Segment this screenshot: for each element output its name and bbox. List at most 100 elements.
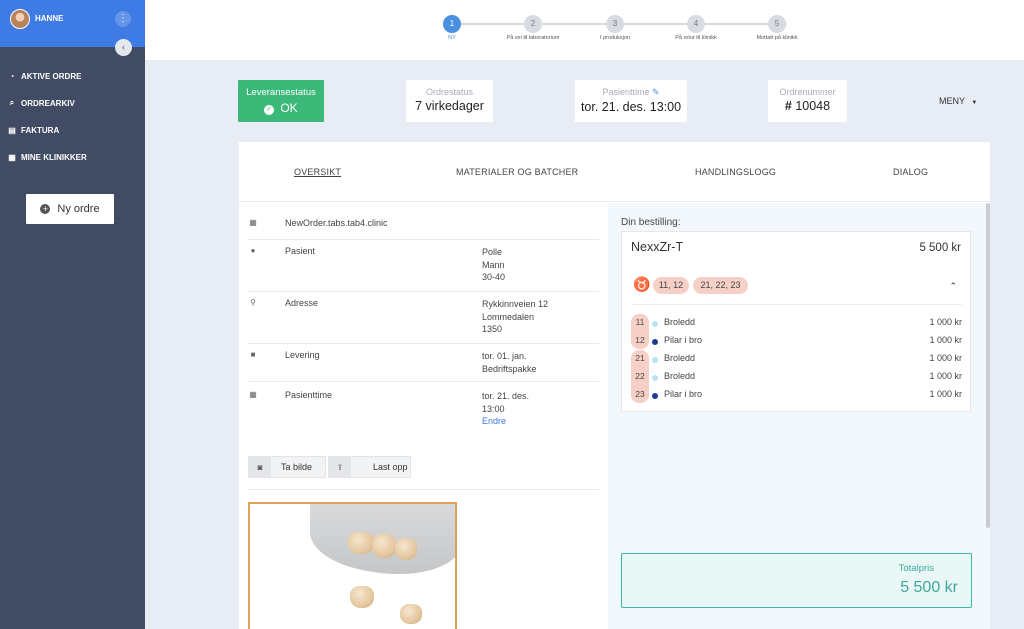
dental-photo[interactable]: [248, 502, 457, 629]
stepper-line: [461, 23, 787, 25]
step-label-1: NY: [448, 35, 456, 41]
tab-action-log[interactable]: HANDLINGSLOGG: [695, 167, 776, 177]
address-value: Rykkinnveien 12 Lommedalen 1350: [482, 298, 548, 336]
order-line: 22 Broledd 1 000 kr: [631, 368, 962, 386]
tab-dialog[interactable]: DIALOG: [893, 167, 928, 177]
new-order-label: Ny ordre: [57, 203, 100, 215]
tooth-group-pill: 21, 22, 23: [693, 277, 748, 294]
building-icon: ▦: [8, 152, 16, 162]
product-name: NexxZr-T: [631, 240, 684, 254]
address-city: Lommedalen: [482, 311, 535, 322]
tooth-number: 23: [635, 389, 645, 399]
address-street: Rykkinnveien 12: [482, 299, 549, 309]
user-name: HANNE: [35, 14, 64, 23]
delivery-date: tor. 01. jan.: [482, 351, 527, 361]
chevron-up-icon[interactable]: ⌃: [949, 281, 957, 292]
sidebar-item-invoice[interactable]: ▤ FAKTURA: [8, 123, 59, 137]
detail-row-patient: ● Pasient Polle Mann 30-40: [248, 246, 599, 292]
edit-icon[interactable]: ✎: [652, 87, 660, 97]
hash-icon: #: [784, 99, 792, 113]
photo-tooth: [400, 604, 422, 624]
total-value: 5 500 kr: [900, 579, 958, 596]
detail-row-address: ⚲ Adresse Rykkinnveien 12 Lommedalen 135…: [248, 298, 599, 344]
delivery-status-value: OK: [280, 101, 298, 115]
upload-label: Last opp: [373, 462, 408, 472]
sidebar-item-active-orders[interactable]: ◔ AKTIVE ORDRE: [8, 69, 82, 83]
appointment-date: tor. 21. des.: [482, 391, 530, 401]
appointment-box[interactable]: Pasienttime ✎ tor. 21. des. 13:00: [575, 80, 687, 122]
new-order-button[interactable]: + Ny ordre: [26, 194, 114, 224]
total-label: Totalpris: [898, 563, 934, 574]
take-photo-button[interactable]: ◙ Ta bilde: [248, 456, 326, 478]
tab-materials-batches[interactable]: MATERIALER OG BATCHER: [456, 167, 578, 177]
divider: [631, 304, 962, 305]
line-price: 1 000 kr: [929, 371, 962, 381]
divider: [248, 489, 599, 490]
menu-label: MENY: [939, 96, 965, 106]
delivery-status-title: Leveransestatus: [246, 87, 316, 98]
tooth-number: 11: [635, 317, 645, 327]
appointment-detail: tor. 21. des. 13:00 Endre: [482, 390, 529, 428]
total-price-box: Totalpris 5 500 kr: [621, 553, 972, 608]
upload-icon: ⇪: [329, 457, 351, 477]
collapse-sidebar-button[interactable]: ‹: [115, 39, 132, 56]
order-card-main: OVERSIKT MATERIALER OG BATCHER HANDLINGS…: [239, 142, 990, 629]
step-2: 2: [524, 15, 542, 33]
tooth-number: 21: [635, 353, 645, 363]
step-label-5: Mottatt på klinikk: [756, 35, 798, 41]
upload-button[interactable]: ⇪ Last opp: [328, 456, 411, 478]
step-label-3: I produksjon: [600, 35, 630, 41]
menu-dropdown[interactable]: MENY ▼: [939, 96, 977, 106]
detail-row-clinic: ▦ NewOrder.tabs.tab4.clinic: [248, 218, 599, 240]
appointment-label: Pasienttime: [285, 390, 333, 400]
patient-gender: Mann: [482, 259, 505, 270]
sidebar-item-label: FAKTURA: [21, 125, 60, 135]
order-line: 12 Pilar i bro 1 000 kr: [631, 332, 962, 350]
step-label-4: På retur til klinikk: [675, 35, 717, 41]
address-zip: 1350: [482, 324, 503, 334]
step-3: 3: [606, 15, 624, 33]
change-appointment-link[interactable]: Endre: [482, 416, 506, 426]
photo-tooth: [372, 534, 396, 558]
search-icon: ⌕: [9, 98, 15, 107]
scrollbar[interactable]: [986, 203, 990, 528]
avatar[interactable]: [10, 9, 30, 29]
camera-icon: ◙: [249, 457, 271, 477]
appointment-time: 13:00: [482, 403, 505, 414]
product-card: NexxZr-T 5 500 kr ♉ 11, 12 21, 22, 23 ⌃ …: [621, 231, 971, 412]
patient-name: Polle: [482, 247, 503, 257]
sidebar-item-my-clinics[interactable]: ▦ MINE KLINIKKER: [8, 150, 87, 164]
sidebar-item-order-archive[interactable]: ⌕ ORDREARKIV: [8, 96, 75, 110]
line-type: Broledd: [664, 317, 696, 327]
line-price: 1 000 kr: [929, 353, 962, 363]
sidebar-item-label: ORDREARKIV: [21, 98, 75, 108]
pin-icon: ⚲: [250, 298, 256, 307]
delivery-method: Bedriftspakke: [482, 363, 537, 374]
progress-stepper: 1 2 3 4 5 NY På vei til laboratorium I p…: [145, 0, 1024, 60]
detail-row-appointment: ▦ Pasienttime tor. 21. des. 13:00 Endre: [248, 390, 599, 436]
type-dot: [652, 357, 658, 363]
type-dot: [652, 393, 658, 399]
check-circle-icon: ✓: [264, 105, 275, 115]
kebab-menu-icon[interactable]: ⋮: [115, 11, 131, 27]
clinic-value: NewOrder.tabs.tab4.clinic: [285, 218, 388, 228]
order-number-value: 10048: [795, 99, 831, 113]
step-label-2: På vei til laboratorium: [506, 35, 560, 41]
photo-tooth: [395, 538, 417, 560]
order-line: 21 Broledd 1 000 kr: [631, 350, 962, 368]
sidebar-item-label: MINE KLINIKKER: [21, 152, 87, 162]
step-1: 1: [443, 15, 461, 33]
patient-label: Pasient: [285, 246, 316, 256]
line-price: 1 000 kr: [929, 335, 962, 345]
truck-icon: ■: [250, 350, 256, 359]
patient-age: 30-40: [482, 272, 506, 282]
plus-icon: +: [40, 204, 51, 214]
order-summary-panel: Din bestilling: NexxZr-T 5 500 kr ♉ 11, …: [608, 203, 990, 629]
detail-row-delivery: ■ Levering tor. 01. jan. Bedriftspakke: [248, 350, 599, 382]
tooth-group-pill: 11, 12: [653, 277, 689, 294]
order-status-value: 7 virkedager: [415, 99, 484, 113]
tooth-number: 12: [635, 335, 645, 345]
delivery-status-badge: Leveransestatus ✓ OK: [238, 80, 324, 122]
address-label: Adresse: [285, 298, 319, 308]
tab-overview[interactable]: OVERSIKT: [294, 167, 341, 177]
